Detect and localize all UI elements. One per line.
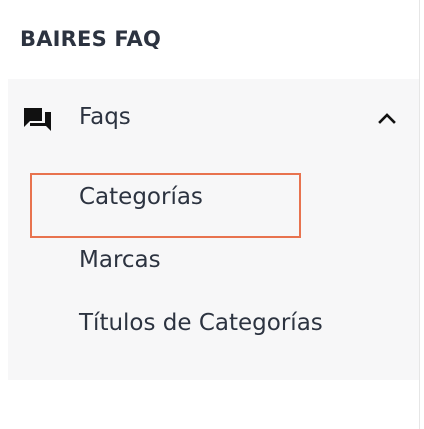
- faqs-menu-label: Faqs: [79, 104, 131, 130]
- chevron-up-icon[interactable]: [376, 110, 398, 126]
- forum-icon: [24, 108, 51, 131]
- submenu-item-categorias[interactable]: Categorías: [79, 184, 203, 210]
- submenu-item-marcas[interactable]: Marcas: [79, 247, 161, 273]
- faqs-menu-toggle[interactable]: Faqs: [8, 79, 419, 161]
- faqs-menu-group: Faqs Categorías Marcas Títulos de Catego…: [8, 79, 419, 380]
- brand-title: BAIRES FAQ: [20, 27, 162, 51]
- submenu-item-titulos-de-categorias[interactable]: Títulos de Categorías: [79, 310, 323, 336]
- sidebar: BAIRES FAQ Faqs Categorías Marcas Título…: [0, 0, 420, 429]
